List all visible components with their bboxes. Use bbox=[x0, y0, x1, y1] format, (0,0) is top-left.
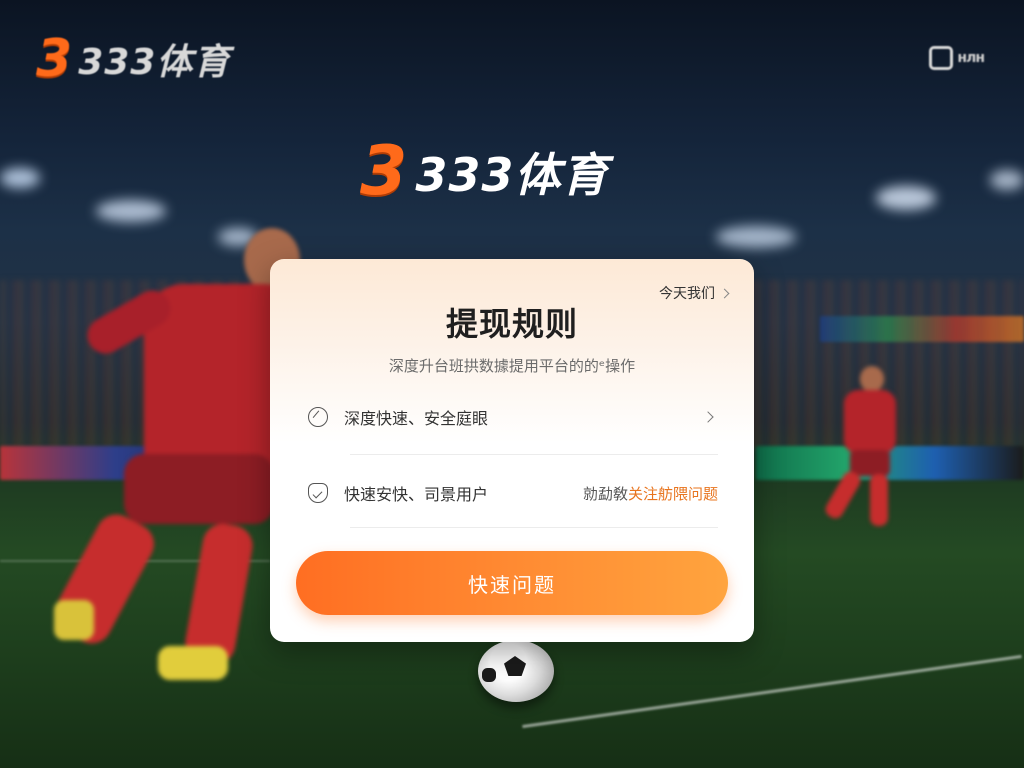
shield-icon bbox=[308, 483, 328, 503]
logo-mark-icon: 3 bbox=[360, 132, 408, 211]
center-logo: 3 333体育 bbox=[360, 134, 608, 210]
compass-icon bbox=[308, 407, 328, 427]
rule-row-hint: 勍勐敎 bbox=[582, 484, 628, 503]
withdrawal-rules-card: 今天我们 提现规则 深度升台班拱数據提用平台的的ᵉ操作 深度快速、安全庭眼 快速… bbox=[270, 259, 754, 642]
stadium-light bbox=[876, 186, 936, 210]
header-logo[interactable]: 3 333体育 bbox=[36, 30, 230, 88]
card-subtitle: 深度升台班拱数據提用平台的的ᵉ操作 bbox=[388, 357, 636, 375]
ad-board bbox=[820, 316, 1024, 342]
logo-text: 333体育 bbox=[415, 148, 609, 202]
rule-row-right: 勍勐敎 关注舫隈问题 bbox=[583, 483, 718, 504]
badge-icon bbox=[929, 46, 954, 70]
logo-mark-icon: 3 bbox=[36, 29, 73, 89]
badge-text: нлн bbox=[957, 50, 985, 66]
divider bbox=[350, 454, 718, 455]
card-title: 提现规则 bbox=[445, 305, 578, 343]
divider bbox=[350, 527, 718, 528]
chevron-right-icon bbox=[719, 288, 730, 298]
rule-row-2[interactable]: 快速安快、司景用户 勍勐敎 关注舫隈问题 bbox=[308, 463, 718, 523]
stadium-light bbox=[96, 200, 166, 222]
rule-row-right bbox=[702, 411, 718, 423]
background-stadium: 3 333体育 нлн 3 333体育 今天我们 提现规则 深度升台班拱数據提用… bbox=[0, 0, 1024, 768]
chevron-right-icon bbox=[702, 411, 714, 423]
stadium-light bbox=[716, 226, 796, 248]
rule-row-label: 深度快速、安全庭眼 bbox=[344, 409, 489, 428]
rule-row-label: 快速安快、司景用户 bbox=[344, 485, 489, 504]
rule-row-hint-link[interactable]: 关注舫隈问题 bbox=[628, 483, 718, 504]
header-badge[interactable]: нлн bbox=[929, 46, 985, 70]
stadium-light bbox=[990, 170, 1024, 190]
soccer-ball bbox=[478, 640, 554, 702]
stadium-light bbox=[0, 168, 40, 188]
quick-question-button[interactable]: 快速问题 bbox=[296, 551, 728, 615]
pitch-line bbox=[522, 654, 1022, 729]
player-right bbox=[822, 366, 906, 536]
rule-row-1[interactable]: 深度快速、安全庭眼 bbox=[308, 387, 718, 447]
logo-text: 333体育 bbox=[78, 42, 231, 83]
